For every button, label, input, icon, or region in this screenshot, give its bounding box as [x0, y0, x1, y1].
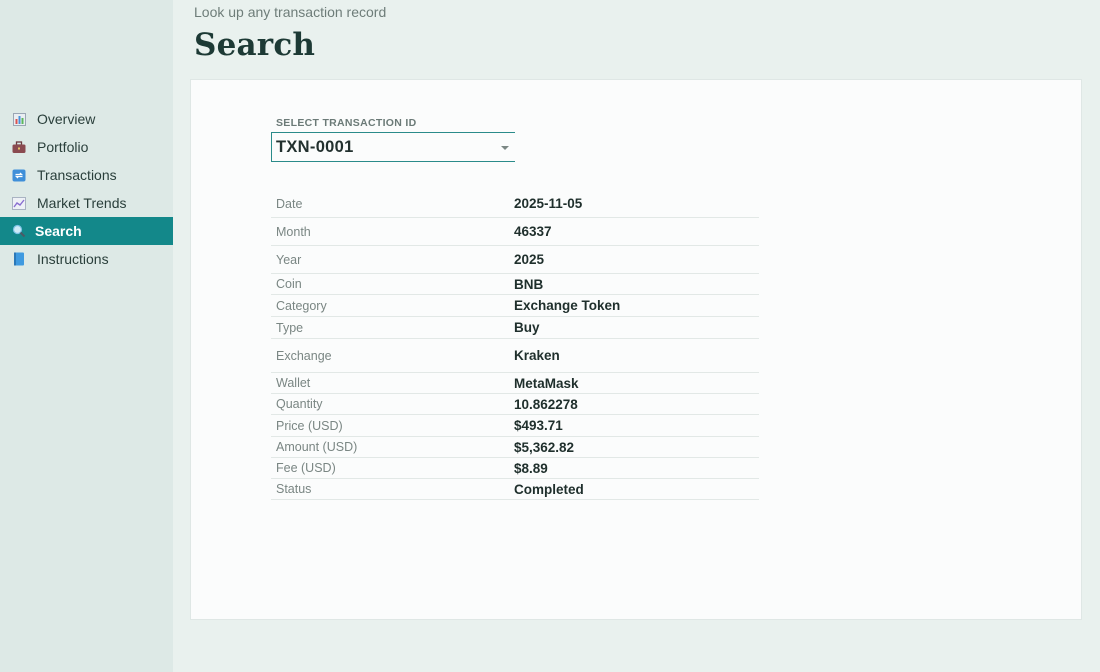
sidebar-item-label: Overview: [37, 111, 96, 127]
briefcase-icon: [12, 140, 26, 154]
field-value: BNB: [514, 276, 544, 292]
select-label: SELECT TRANSACTION ID: [276, 117, 417, 129]
sidebar: Overview Portfolio Transactions Market T…: [0, 0, 173, 672]
table-row: Year 2025: [271, 246, 759, 274]
field-value: MetaMask: [514, 375, 579, 391]
field-value: Buy: [514, 320, 540, 335]
transaction-id-select[interactable]: TXN-0001: [271, 132, 515, 162]
page-title: Search: [194, 27, 316, 63]
field-label: Year: [276, 252, 302, 267]
table-row: Status Completed: [271, 479, 759, 500]
field-label: Wallet: [276, 376, 311, 390]
field-label: Coin: [276, 277, 302, 291]
table-row: Month 46337: [271, 218, 759, 246]
chevron-down-icon: [501, 146, 509, 150]
bar-chart-icon: [12, 112, 26, 126]
search-card: SELECT TRANSACTION ID TXN-0001 Date 2025…: [190, 79, 1082, 620]
field-label: Type: [276, 320, 304, 335]
sidebar-item-market-trends[interactable]: Market Trends: [0, 189, 173, 217]
sidebar-item-label: Portfolio: [37, 139, 89, 155]
book-icon: [12, 252, 26, 266]
sidebar-item-search[interactable]: Search: [0, 217, 173, 245]
table-row: Category Exchange Token: [271, 295, 759, 317]
trend-line-icon: [12, 196, 26, 210]
page-subtitle: Look up any transaction record: [194, 4, 387, 20]
field-label: Status: [276, 482, 312, 496]
transaction-details-table: Date 2025-11-05 Month 46337 Year 2025 Co…: [271, 190, 759, 500]
sidebar-item-label: Transactions: [37, 167, 117, 183]
field-label: Date: [276, 196, 303, 211]
sidebar-item-instructions[interactable]: Instructions: [0, 245, 173, 273]
table-row: Fee (USD) $8.89: [271, 458, 759, 479]
field-value: Kraken: [514, 348, 560, 363]
field-value: Completed: [514, 481, 584, 497]
sidebar-item-label: Market Trends: [37, 195, 127, 211]
table-row: Exchange Kraken: [271, 339, 759, 373]
table-row: Date 2025-11-05: [271, 190, 759, 218]
field-label: Month: [276, 224, 311, 239]
field-label: Amount (USD): [276, 440, 358, 454]
repeat-arrows-icon: [12, 168, 26, 182]
sidebar-item-label: Search: [35, 223, 82, 239]
field-value: 46337: [514, 224, 552, 239]
field-label: Exchange: [276, 348, 332, 363]
table-row: Type Buy: [271, 317, 759, 339]
field-value: $493.71: [514, 418, 563, 433]
field-label: Fee (USD): [276, 461, 336, 475]
field-value: $5,362.82: [514, 439, 575, 455]
sidebar-item-overview[interactable]: Overview: [0, 105, 173, 133]
sidebar-nav: Overview Portfolio Transactions Market T…: [0, 105, 173, 273]
field-value: 10.862278: [514, 396, 578, 412]
field-value: $8.89: [514, 460, 548, 476]
field-value: Exchange Token: [514, 298, 621, 313]
table-row: Quantity 10.862278: [271, 394, 759, 415]
table-row: Price (USD) $493.71: [271, 415, 759, 437]
field-value: 2025-11-05: [514, 196, 583, 211]
sidebar-item-portfolio[interactable]: Portfolio: [0, 133, 173, 161]
field-label: Quantity: [276, 397, 323, 411]
table-row: Amount (USD) $5,362.82: [271, 437, 759, 458]
magnifier-icon: [12, 224, 26, 238]
field-label: Price (USD): [276, 418, 343, 433]
table-row: Coin BNB: [271, 274, 759, 295]
field-label: Category: [276, 298, 327, 313]
selected-transaction-id: TXN-0001: [276, 138, 354, 156]
field-value: 2025: [514, 252, 545, 267]
sidebar-item-transactions[interactable]: Transactions: [0, 161, 173, 189]
sidebar-item-label: Instructions: [37, 251, 109, 267]
table-row: Wallet MetaMask: [271, 373, 759, 394]
